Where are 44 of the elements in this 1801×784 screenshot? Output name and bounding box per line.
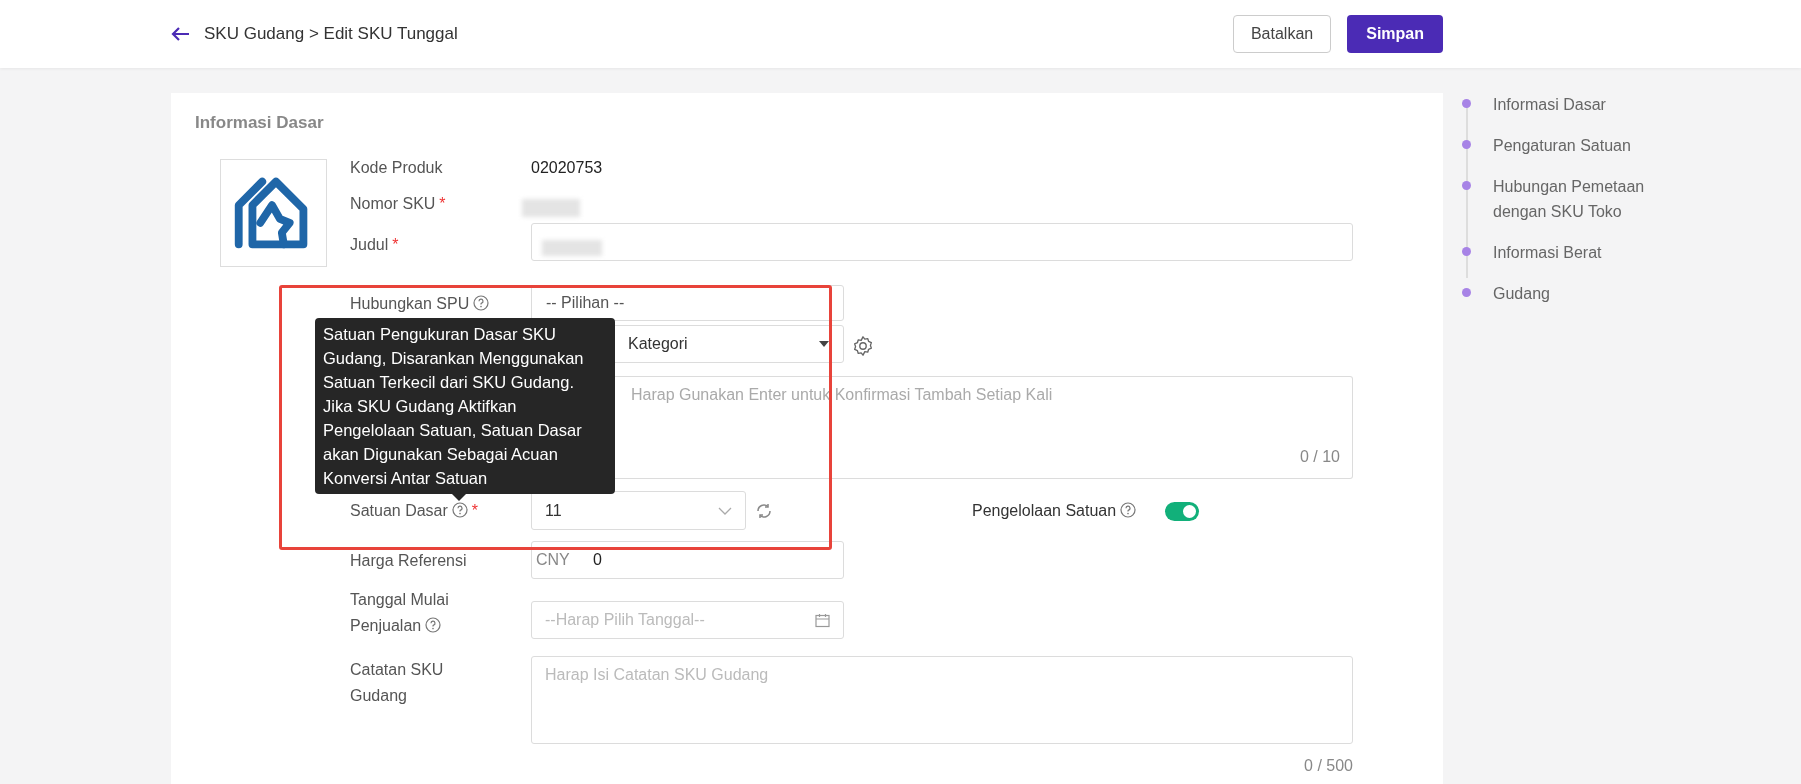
calendar-icon: [815, 612, 830, 628]
back-arrow-icon[interactable]: [170, 26, 190, 42]
toggle-switch[interactable]: [1165, 502, 1199, 521]
required-asterisk: *: [439, 195, 446, 212]
anchor-link[interactable]: Pengaturan Satuan: [1493, 133, 1663, 158]
anchor-link[interactable]: Informasi Berat: [1493, 240, 1663, 265]
required-asterisk: *: [392, 236, 399, 253]
placeholder-text: Harap Isi Catatan SKU Gudang: [545, 665, 769, 685]
character-count: 0 / 500: [1304, 756, 1353, 776]
chevron-down-icon: [718, 506, 732, 515]
unit-management-label: Pengelolaan Satuan: [972, 498, 1137, 524]
character-count: 0 / 10: [1299, 447, 1340, 467]
field-label: Satuan Dasar *: [350, 501, 480, 521]
text-input[interactable]: [531, 223, 1353, 261]
field-label: Hubungkan SPU: [350, 291, 500, 317]
tooltip-pointer: [452, 494, 466, 501]
placeholder-text: Harap Gunakan Enter untuk Konfirmasi Tambah Setiap Kali: [631, 385, 1053, 405]
save-button[interactable]: Simpan: [1347, 15, 1443, 53]
field-label: Judul *: [350, 235, 400, 255]
anchor-link[interactable]: Hubungan Pemetaan dengan SKU Toko: [1493, 174, 1663, 224]
breadcrumb-title: SKU Gudang > Edit SKU Tunggal: [204, 23, 458, 46]
tooltip: Satuan Pengukuran Dasar SKU Gudang, Disarankan Menggunakan Satuan Terkecil dari SKU Gudang. Jika SKU Gudang Aktifkan Pengelolaan Satuan, Satuan Dasar akan Digunakan Sebagai Acuan Konversi Antar Satuan: [315, 318, 615, 494]
field-label: Catatan SKU Gudang: [350, 660, 445, 706]
field-label: Harga Referensi: [350, 551, 468, 571]
cancel-button[interactable]: Batalkan: [1232, 15, 1332, 53]
help-icon: [1120, 502, 1137, 518]
pixelated-block: [522, 199, 580, 217]
required-asterisk: *: [471, 502, 479, 519]
pixelated-block: [542, 240, 602, 256]
tags-textarea[interactable]: Harap Gunakan Enter untuk Konfirmasi Tambah Setiap Kali 0 / 10: [616, 376, 1353, 479]
anchor-link[interactable]: Gudang: [1493, 281, 1663, 306]
price-value: 0: [593, 550, 602, 570]
field-label: Tanggal Mulai Penjualan: [350, 590, 450, 636]
caret-icon: [819, 341, 829, 347]
currency-prefix: CNY: [536, 550, 571, 570]
price-input[interactable]: CNY 0: [531, 541, 844, 579]
section-title: Informasi Dasar: [195, 112, 324, 134]
field-label: Nomor SKU *: [350, 194, 447, 214]
field-value: 02020753: [531, 158, 603, 178]
anchor-link[interactable]: Informasi Dasar: [1493, 92, 1663, 117]
refresh-icon[interactable]: [755, 502, 773, 520]
settings-icon[interactable]: [852, 335, 874, 357]
field-label: Kode Produk: [350, 158, 444, 178]
unit-select[interactable]: 11: [531, 491, 746, 530]
